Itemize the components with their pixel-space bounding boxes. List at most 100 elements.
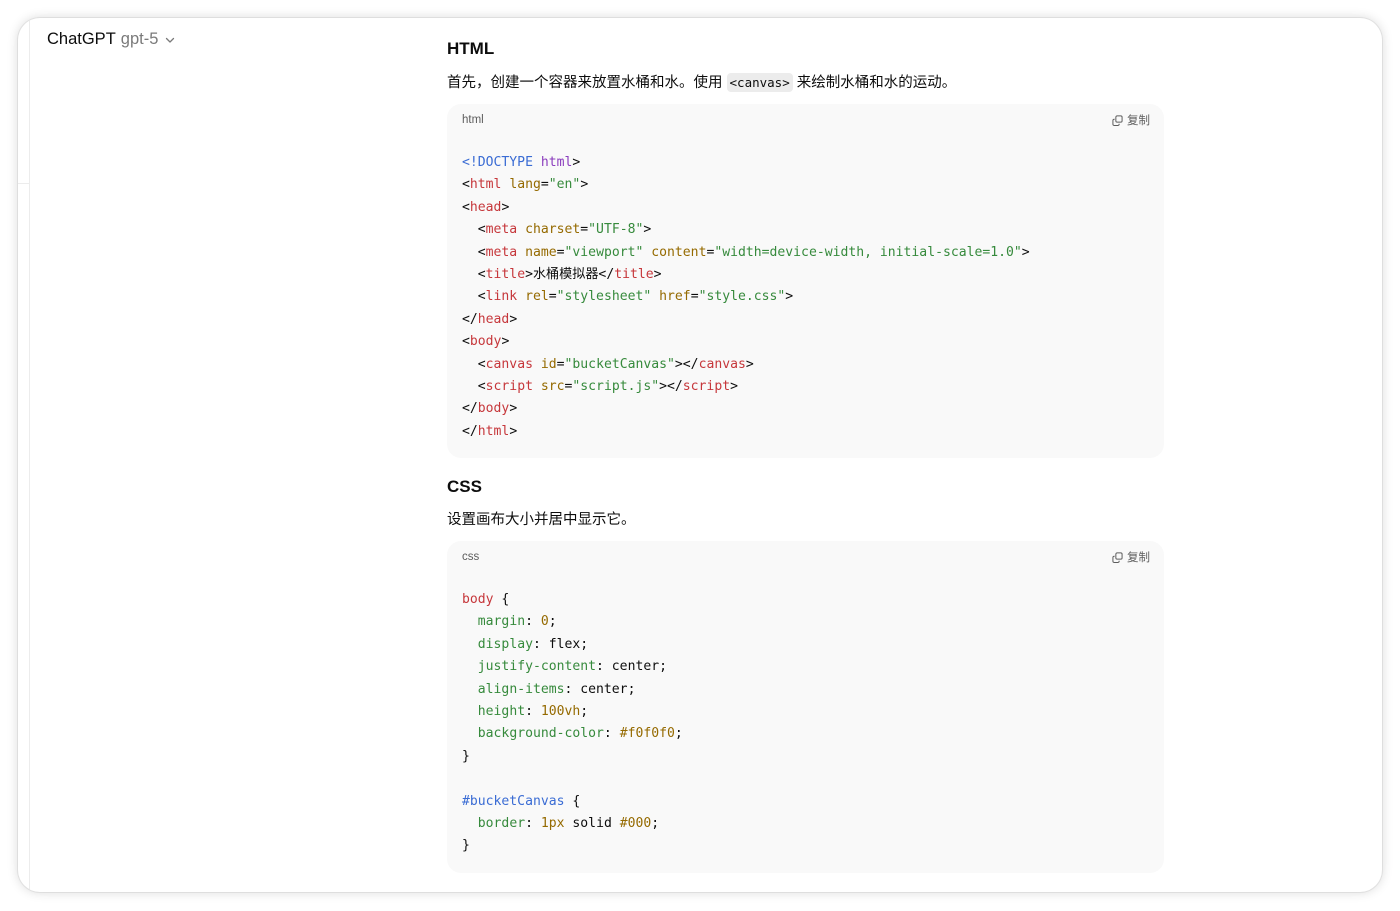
copy-label: 复制 bbox=[1127, 115, 1150, 127]
code-token: } bbox=[462, 748, 470, 764]
code-content: <!DOCTYPE html> <html lang="en"> <head> <m… bbox=[447, 136, 1164, 458]
intro-text: 首先，创建一个容器来放置水桶和水。使用 bbox=[447, 75, 727, 91]
code-token: : flex; bbox=[532, 636, 589, 652]
code-line: <meta name="viewport" content="width=dev… bbox=[462, 242, 1149, 264]
code-token: : bbox=[525, 703, 541, 719]
copy-label: 复制 bbox=[1127, 552, 1150, 564]
code-token: > bbox=[572, 155, 581, 170]
code-token: { bbox=[493, 592, 510, 607]
code-token: < bbox=[462, 356, 486, 372]
model-name: gpt-5 bbox=[120, 30, 159, 48]
code-token: > bbox=[580, 177, 589, 193]
chevron-down-icon bbox=[164, 34, 176, 46]
code-language-label: html bbox=[462, 114, 484, 126]
code-token: head bbox=[477, 311, 510, 327]
code-token: ></ bbox=[659, 378, 683, 394]
code-token: html bbox=[469, 177, 502, 193]
copy-icon bbox=[1112, 551, 1123, 563]
code-line: </html> bbox=[462, 421, 1149, 443]
code-token: #000 bbox=[619, 815, 652, 831]
code-content: body { margin: 0; display: flex; justify… bbox=[447, 573, 1164, 873]
section-heading: HTML bbox=[447, 39, 495, 58]
inline-code: <canvas> bbox=[726, 73, 793, 92]
code-token: < bbox=[462, 177, 470, 193]
code-token: name bbox=[525, 244, 557, 260]
code-token: body bbox=[477, 401, 510, 417]
section-intro: 设置画布大小并居中显示它。 bbox=[447, 508, 636, 532]
code-token: html bbox=[540, 155, 573, 170]
code-token: { bbox=[564, 793, 581, 809]
code-line: <html lang="en"> bbox=[462, 174, 1149, 196]
code-token: ; bbox=[580, 703, 589, 719]
code-token: > bbox=[509, 401, 518, 417]
code-line: display: flex; bbox=[462, 634, 1149, 656]
code-line: align-items: center; bbox=[462, 679, 1149, 701]
code-token: margin bbox=[477, 614, 526, 630]
sidebar-rail[interactable] bbox=[18, 18, 30, 892]
code-token: 1px bbox=[540, 815, 565, 831]
code-token: >水桶模拟器</ bbox=[525, 266, 615, 282]
code-token: body bbox=[462, 592, 494, 607]
code-token: solid bbox=[564, 815, 620, 831]
code-token: < bbox=[462, 266, 486, 282]
app-name: ChatGPT bbox=[47, 30, 116, 48]
code-token: display bbox=[477, 636, 533, 652]
copy-code-button[interactable]: 复制 bbox=[1112, 549, 1150, 565]
code-token: > bbox=[643, 222, 652, 238]
section-heading: CSS bbox=[447, 477, 482, 496]
code-token: < bbox=[462, 222, 486, 238]
code-line: <body> bbox=[462, 331, 1149, 353]
code-line: } bbox=[462, 835, 1149, 857]
code-token: </ bbox=[462, 423, 478, 439]
code-token: "viewport" bbox=[564, 244, 644, 260]
intro-text: 来绘制水桶和水的运动。 bbox=[792, 75, 957, 91]
code-token: #bucketCanvas bbox=[462, 793, 565, 809]
code-language-label: css bbox=[462, 551, 480, 563]
code-token: > bbox=[785, 289, 794, 305]
code-token: > bbox=[745, 356, 754, 372]
code-token: : bbox=[525, 815, 541, 831]
code-token: > bbox=[1021, 244, 1030, 260]
code-token: < bbox=[462, 289, 486, 305]
code-token: id bbox=[540, 356, 557, 372]
code-block-css: css 复制 body { margin: 0; display: flex; … bbox=[447, 541, 1164, 873]
code-token: canvas bbox=[485, 356, 533, 372]
code-token: #f0f0f0 bbox=[619, 726, 675, 742]
code-token: </ bbox=[462, 401, 478, 417]
code-token: link bbox=[485, 289, 518, 305]
sidebar-divider bbox=[18, 183, 30, 184]
code-token: ; bbox=[548, 614, 557, 630]
code-token: "script.js" bbox=[572, 378, 660, 394]
code-token: title bbox=[614, 266, 654, 282]
code-token: < bbox=[462, 378, 486, 394]
code-token: border bbox=[477, 815, 526, 831]
code-line: <script src="script.js"></script> bbox=[462, 376, 1149, 398]
code-token: > bbox=[509, 423, 518, 439]
code-token: "stylesheet" bbox=[556, 289, 652, 305]
code-token: lang bbox=[509, 177, 541, 193]
code-line: <head> bbox=[462, 197, 1149, 219]
code-line: height: 100vh; bbox=[462, 701, 1149, 723]
code-line: } bbox=[462, 746, 1149, 768]
code-token: ></ bbox=[674, 356, 699, 372]
code-token: href bbox=[659, 289, 691, 305]
code-line: #bucketCanvas { bbox=[462, 791, 1149, 813]
model-selector-button[interactable]: ChatGPT gpt-5 bbox=[47, 27, 176, 51]
section-intro: 首先，创建一个容器来放置水桶和水。使用 <canvas> 来绘制水桶和水的运动。 bbox=[447, 71, 956, 95]
copy-code-button[interactable]: 复制 bbox=[1112, 112, 1150, 128]
code-token: > bbox=[653, 266, 662, 282]
code-line: </head> bbox=[462, 309, 1149, 331]
code-token: = bbox=[556, 356, 565, 372]
conversation-content: HTML 首先，创建一个容器来放置水桶和水。使用 <canvas> 来绘制水桶和… bbox=[447, 18, 1164, 892]
intro-text: 设置画布大小并居中显示它。 bbox=[447, 512, 636, 528]
